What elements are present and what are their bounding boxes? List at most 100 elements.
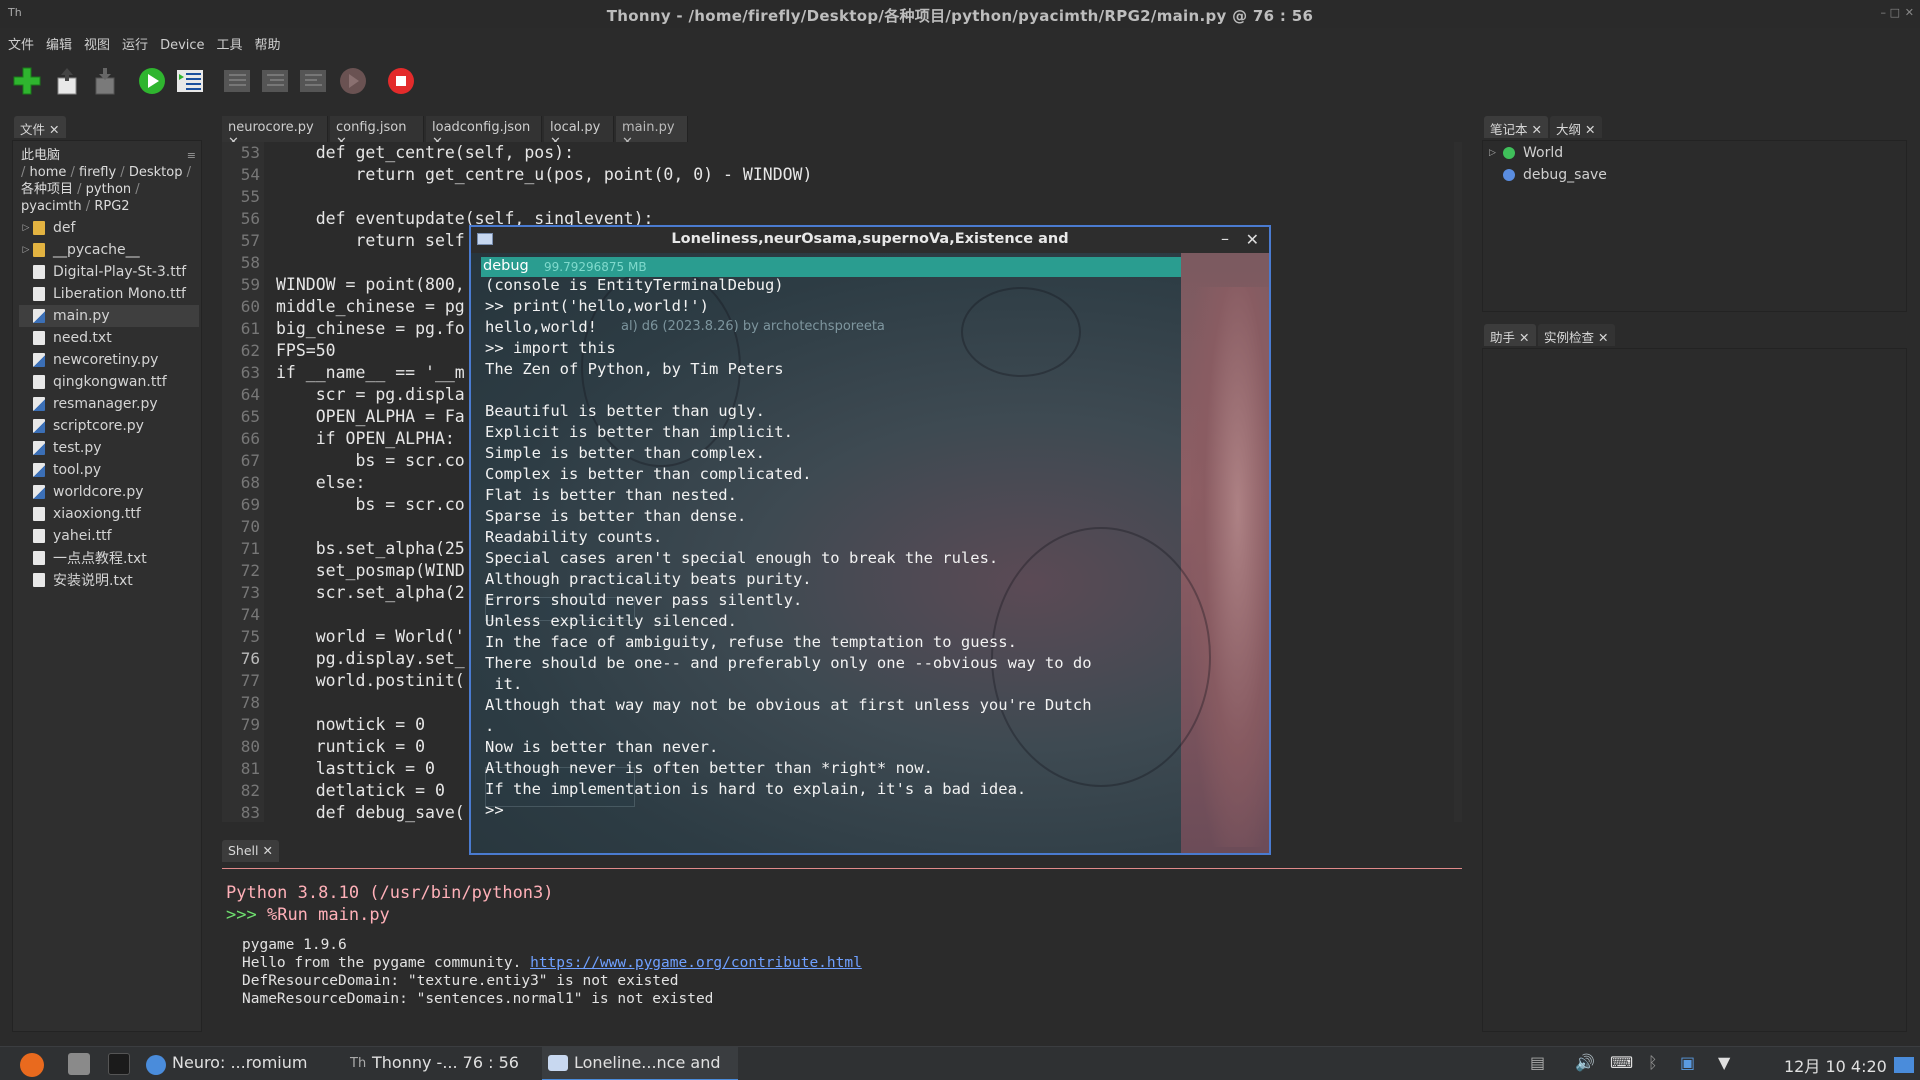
show-desktop-icon[interactable] xyxy=(1894,1057,1914,1073)
app-launcher-icon[interactable] xyxy=(20,1053,44,1077)
clipboard-icon[interactable]: ▤ xyxy=(1530,1053,1545,1072)
close-icon[interactable]: ✕ xyxy=(49,122,59,137)
file-item[interactable]: 安装说明.txt xyxy=(19,569,199,591)
shell-console[interactable]: Python 3.8.10 (/usr/bin/python3) >>> %Ru… xyxy=(222,868,1462,1032)
shell-output-line: Hello from the pygame community. https:/… xyxy=(242,955,862,971)
tab-config[interactable]: config.json ✕ xyxy=(330,116,424,150)
menu-help[interactable]: 帮助 xyxy=(249,28,287,53)
menu-device[interactable]: Device xyxy=(154,32,210,53)
code-line[interactable]: return get_centre_u(pos, point(0, 0) - W… xyxy=(276,164,812,186)
file-item[interactable]: Liberation Mono.ttf xyxy=(19,283,199,305)
close-icon[interactable]: ✕ xyxy=(1598,330,1608,345)
tab-object-inspector[interactable]: 实例检查 ✕ xyxy=(1538,324,1615,346)
step-into-icon[interactable] xyxy=(260,66,290,96)
file-item[interactable]: ▷ def xyxy=(19,217,199,239)
step-out-icon[interactable] xyxy=(298,66,328,96)
file-item[interactable]: test.py xyxy=(19,437,199,459)
save-file-icon[interactable] xyxy=(90,66,120,96)
crumb-rpg2[interactable]: RPG2 xyxy=(94,199,129,214)
expand-arrow-icon[interactable]: ▷ xyxy=(19,245,33,255)
file-item[interactable]: main.py xyxy=(19,305,199,327)
tab-files[interactable]: 文件 ✕ xyxy=(14,116,66,138)
file-item[interactable]: newcoretiny.py xyxy=(19,349,199,371)
minimize-icon[interactable]: – xyxy=(1221,229,1229,248)
menu-bar: 文件 编辑 视图 运行 Device 工具 帮助 xyxy=(0,28,1920,54)
outline-item-debug-save[interactable]: debug_save xyxy=(1503,167,1607,183)
run-icon[interactable] xyxy=(137,66,167,96)
close-icon[interactable]: ✕ xyxy=(1519,330,1529,345)
file-item[interactable]: yahei.ttf xyxy=(19,525,199,547)
close-icon[interactable]: ✕ xyxy=(263,843,273,858)
file-item[interactable]: need.txt xyxy=(19,327,199,349)
file-item[interactable]: Digital-Play-St-3.ttf xyxy=(19,261,199,283)
expand-arrow-icon[interactable]: ▷ xyxy=(19,223,33,233)
step-over-icon[interactable] xyxy=(222,66,252,96)
crumb-desktop[interactable]: Desktop xyxy=(129,165,183,180)
outline-item-world[interactable]: ▷ World xyxy=(1489,145,1563,161)
stop-icon[interactable] xyxy=(386,66,416,96)
file-item[interactable]: qingkongwan.ttf xyxy=(19,371,199,393)
file-manager-icon[interactable] xyxy=(68,1053,90,1075)
debug-terminal[interactable]: (console is EntityTerminalDebug) >> print… xyxy=(485,275,1092,821)
new-file-icon[interactable] xyxy=(12,66,42,96)
menu-tools[interactable]: 工具 xyxy=(211,28,249,53)
taskbar-item-thonny[interactable]: Thonny -... 76 : 56 xyxy=(372,1053,519,1072)
menu-edit[interactable]: 编辑 xyxy=(40,28,78,53)
bluetooth-icon[interactable]: ᛒ xyxy=(1648,1053,1658,1072)
tab-loadconfig[interactable]: loadconfig.json ✕ xyxy=(426,116,542,150)
terminal-icon[interactable] xyxy=(108,1053,130,1075)
file-item[interactable]: scriptcore.py xyxy=(19,415,199,437)
tab-assistant[interactable]: 助手 ✕ xyxy=(1484,324,1536,346)
maximize-window-icon[interactable]: □ xyxy=(1890,6,1900,19)
tab-local[interactable]: local.py ✕ xyxy=(544,116,614,150)
menu-file[interactable]: 文件 xyxy=(0,28,40,53)
game-window-titlebar[interactable]: Loneliness,neurOsama,supernoVa,Existence… xyxy=(471,227,1269,253)
close-icon[interactable]: ✕ xyxy=(1246,230,1259,249)
file-item[interactable]: ▷ __pycache__ xyxy=(19,239,199,261)
line-number: 65 xyxy=(240,407,260,426)
tab-neurocore[interactable]: neurocore.py ✕ xyxy=(222,116,328,150)
pygame-contribute-link[interactable]: https://www.pygame.org/contribute.html xyxy=(530,955,862,971)
resume-icon[interactable] xyxy=(338,66,368,96)
line-number: 78 xyxy=(240,693,260,712)
close-icon[interactable]: ✕ xyxy=(1585,122,1595,137)
code-line[interactable] xyxy=(276,186,812,208)
taskbar-item-chromium[interactable]: Neuro: ...romium xyxy=(172,1053,307,1072)
menu-view[interactable]: 视图 xyxy=(78,28,116,53)
menu-run[interactable]: 运行 xyxy=(116,28,154,53)
close-window-icon[interactable]: ✕ xyxy=(1905,6,1914,19)
file-item[interactable]: tool.py xyxy=(19,459,199,481)
wifi-icon[interactable]: ▼ xyxy=(1718,1053,1730,1072)
notification-icon[interactable]: ▣ xyxy=(1680,1053,1695,1072)
tab-outline[interactable]: 大纲 ✕ xyxy=(1550,116,1602,138)
file-item[interactable]: xiaoxiong.ttf xyxy=(19,503,199,525)
expand-arrow-icon[interactable]: ▷ xyxy=(1489,148,1503,158)
panel-menu-icon[interactable]: ≡ xyxy=(187,147,196,164)
class-icon xyxy=(1503,147,1515,159)
tab-notebook[interactable]: 笔记本 ✕ xyxy=(1484,116,1548,138)
line-number: 60 xyxy=(240,297,260,316)
crumb-projects[interactable]: 各种项目 xyxy=(21,182,73,197)
crumb-pyacimth[interactable]: pyacimth xyxy=(21,199,82,214)
volume-icon[interactable]: 🔊 xyxy=(1575,1053,1595,1072)
crumb-firefly[interactable]: firefly xyxy=(79,165,116,180)
chromium-icon[interactable] xyxy=(146,1055,166,1075)
line-number: 79 xyxy=(240,715,260,734)
file-item[interactable]: 一点点教程.txt xyxy=(19,547,199,569)
taskbar-item-game[interactable]: Loneline...nce and xyxy=(574,1053,721,1072)
crumb-python[interactable]: python xyxy=(86,182,131,197)
open-file-icon[interactable] xyxy=(52,66,82,96)
clock[interactable]: 12月 10 4:20 xyxy=(1784,1053,1887,1077)
keyboard-icon[interactable]: ⌨ xyxy=(1610,1053,1633,1072)
debug-icon[interactable] xyxy=(175,66,205,96)
file-item[interactable]: worldcore.py xyxy=(19,481,199,503)
crumb-home[interactable]: home xyxy=(30,165,67,180)
editor-scrollbar[interactable] xyxy=(1454,142,1462,822)
code-line[interactable]: def get_centre(self, pos): xyxy=(276,142,812,164)
close-icon[interactable]: ✕ xyxy=(1532,122,1542,137)
tab-shell[interactable]: Shell ✕ xyxy=(222,840,279,862)
file-item[interactable]: resmanager.py xyxy=(19,393,199,415)
tab-main[interactable]: main.py ✕ xyxy=(616,116,688,150)
game-window[interactable]: Loneliness,neurOsama,supernoVa,Existence… xyxy=(469,225,1271,855)
minimize-window-icon[interactable]: – xyxy=(1881,6,1887,19)
